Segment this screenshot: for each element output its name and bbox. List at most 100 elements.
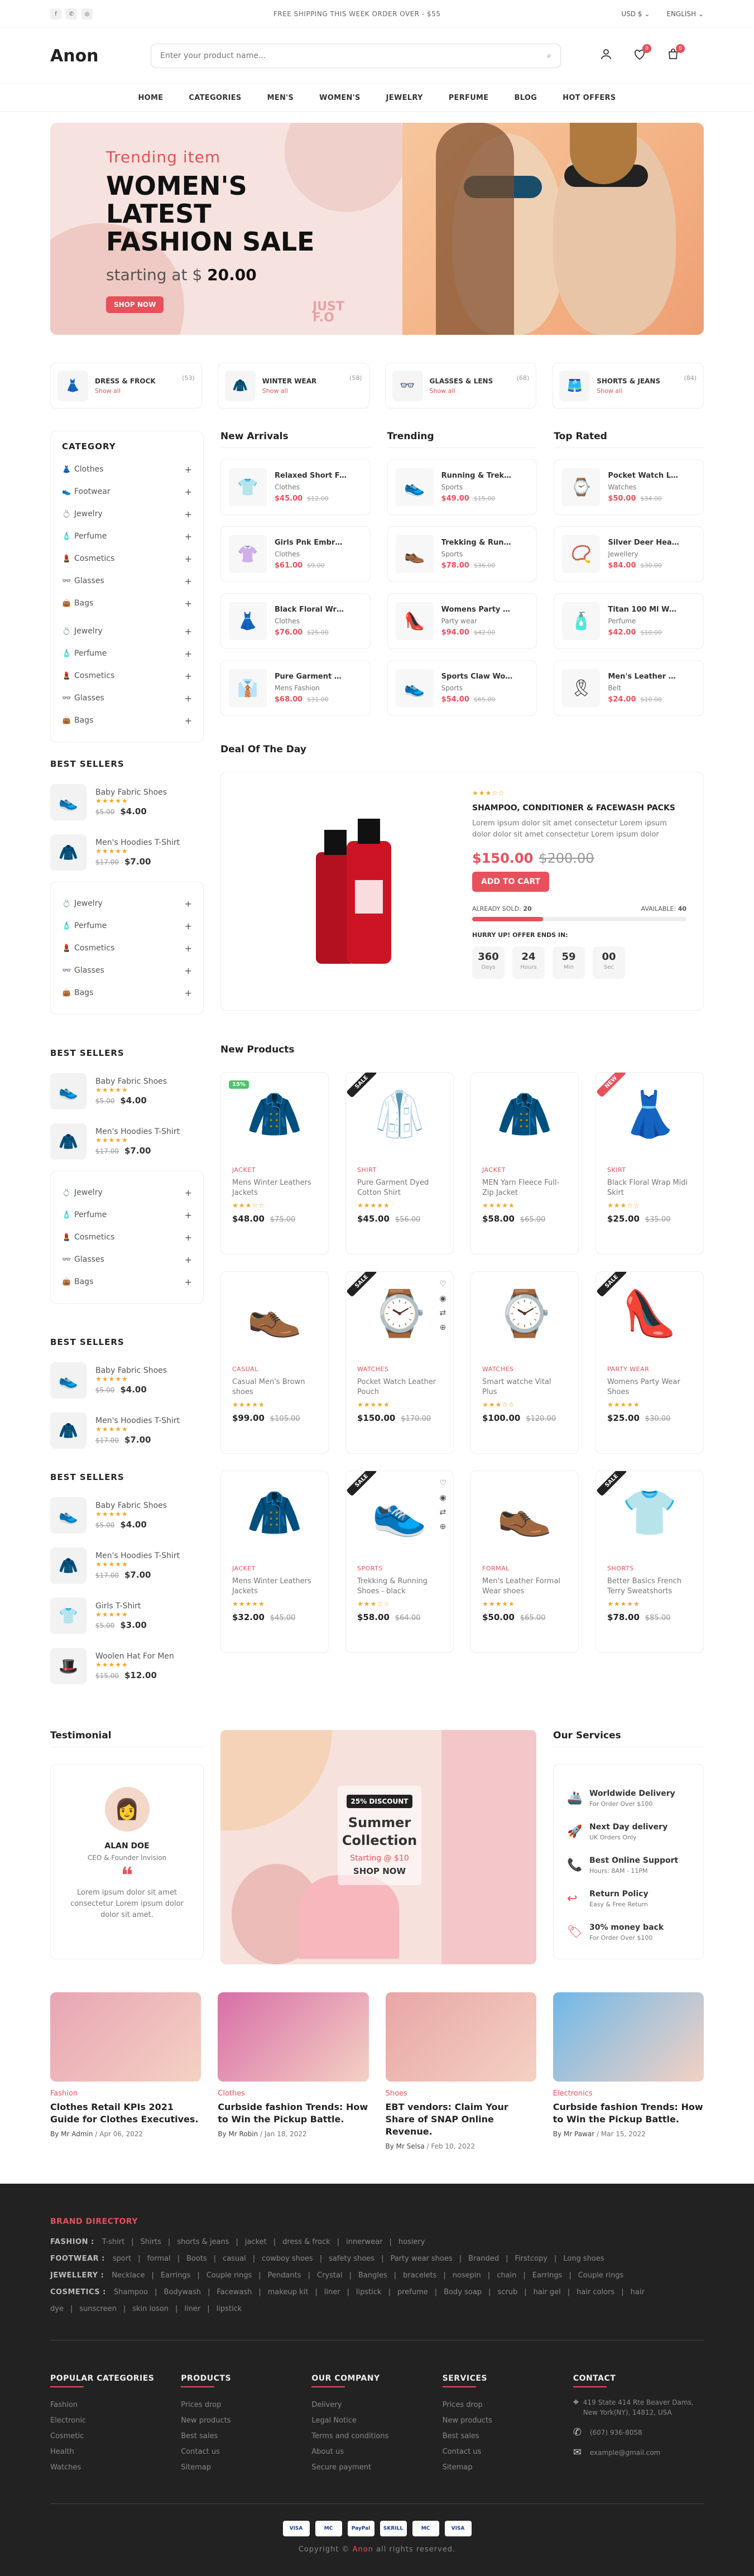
- plus-icon[interactable]: +: [185, 715, 192, 726]
- brand-link[interactable]: liner: [324, 2288, 340, 2296]
- brand-link[interactable]: skin loson: [132, 2305, 169, 2313]
- minimal-product-card[interactable]: ⌚ Pocket Watch Leather Pouch Watches $50.00…: [554, 459, 704, 515]
- brand-link[interactable]: Firstcopy: [515, 2255, 548, 2263]
- product-name[interactable]: Pocket Watch Leather Pouch: [608, 472, 680, 480]
- brand-link[interactable]: innerwear: [346, 2238, 382, 2246]
- facebook-icon[interactable]: f: [50, 8, 61, 20]
- brand-link[interactable]: lipstick: [356, 2288, 382, 2296]
- blog-category[interactable]: Fashion: [50, 2089, 201, 2098]
- product-card[interactable]: 🧥 JACKET Mens Winter Leathers Jackets ★★★★★…: [220, 1470, 329, 1653]
- minimal-product-card[interactable]: 👔 Pure Garment Dyed Cotton Shirt Mens Fash…: [220, 660, 371, 716]
- service-item[interactable]: 🏷 30% money back For Order Over $100: [567, 1915, 690, 1949]
- product-name[interactable]: Black Floral Wrap Midi Skirt: [607, 1178, 692, 1198]
- product-name[interactable]: Mens Winter Leathers Jackets: [232, 1178, 317, 1198]
- product-name[interactable]: Sports Claw Women's Shoes: [441, 672, 514, 681]
- product-name[interactable]: Pocket Watch Leather Pouch: [357, 1377, 442, 1397]
- brand-link[interactable]: Crystal: [317, 2271, 343, 2280]
- sidebar-item-perfume[interactable]: 🧴 Perfume +: [62, 915, 192, 937]
- cart-icon[interactable]: ⊕: [439, 1323, 446, 1332]
- best-seller-item[interactable]: 👟 Baby Fabric Shoes ★★★★★ $5.00 $4.00: [50, 777, 204, 827]
- blog-title[interactable]: Curbside fashion Trends: How to Win the …: [553, 2101, 704, 2126]
- plus-icon[interactable]: +: [185, 921, 192, 931]
- blog-post[interactable]: Shoes EBT vendors: Claim Your Share of SN…: [385, 1992, 536, 2150]
- product-card[interactable]: 🧥 15% JACKET Mens Winter Leathers Jackets ★★…: [220, 1072, 329, 1255]
- minimal-product-card[interactable]: 👟 Sports Claw Women's Shoes Sports $54.00$6…: [387, 660, 537, 716]
- product-card[interactable]: ⌚ SALE ♡ ◉ ⇄ ⊕ WATCHES Pocket Watch Leather Pou…: [345, 1271, 454, 1454]
- product-name[interactable]: Running & Trekking Shoes - White: [441, 472, 514, 480]
- brand-link[interactable]: Couple rings: [578, 2271, 624, 2280]
- sidebar-item-perfume[interactable]: 🧴 Perfume +: [62, 525, 192, 547]
- plus-icon[interactable]: +: [185, 1277, 192, 1287]
- product-name[interactable]: Relaxed Short Full Sleeve T-Shirt: [275, 472, 347, 480]
- brand-link[interactable]: Shampoo: [114, 2288, 148, 2296]
- sidebar-item-cosmetics[interactable]: 💄 Cosmetics +: [62, 665, 192, 687]
- brand-link[interactable]: hair colors: [577, 2288, 614, 2296]
- product-name[interactable]: Baby Fabric Shoes: [95, 1366, 167, 1375]
- plus-icon[interactable]: +: [185, 1210, 192, 1220]
- plus-icon[interactable]: +: [185, 554, 192, 564]
- cart-icon[interactable]: ⊕: [439, 1522, 446, 1531]
- nav-mens[interactable]: MEN'S: [267, 94, 294, 102]
- currency-select[interactable]: USD $ ⌄: [621, 10, 650, 18]
- footer-link[interactable]: Contact us: [181, 2444, 311, 2460]
- product-card[interactable]: 👗 NEW SKIRT Black Floral Wrap Midi Skirt ★★★…: [595, 1072, 704, 1255]
- product-name[interactable]: Womens Party Wear Shoes: [441, 605, 514, 614]
- brand-link[interactable]: lipstick: [217, 2305, 242, 2313]
- sidebar-item-bags[interactable]: 👜 Bags +: [62, 1271, 192, 1293]
- brand-link[interactable]: Earrings: [161, 2271, 191, 2280]
- minimal-product-card[interactable]: 🎗 Men's Leather Reversible Belt Belt $24.00…: [554, 660, 704, 716]
- brand-link[interactable]: safety shoes: [329, 2255, 374, 2263]
- plus-icon[interactable]: +: [185, 487, 192, 497]
- minimal-product-card[interactable]: 👞 Trekking & Running Shoes - black Sports $…: [387, 526, 537, 582]
- footer-link[interactable]: Watches: [50, 2460, 181, 2476]
- product-card[interactable]: 🧥 JACKET MEN Yarn Fleece Full-Zip Jacket ★★…: [470, 1072, 579, 1255]
- brand-link[interactable]: jacket: [245, 2238, 267, 2246]
- best-seller-item[interactable]: 🧥 Men's Hoodies T-Shirt ★★★★★ $17.00 $7.00: [50, 1405, 204, 1455]
- sidebar-item-bags[interactable]: 👜 Bags +: [62, 982, 192, 1004]
- blog-image[interactable]: [50, 1992, 201, 2082]
- product-name[interactable]: Men's Hoodies T-Shirt: [95, 1127, 180, 1136]
- nav-jewelry[interactable]: JEWELRY: [386, 94, 423, 102]
- service-item[interactable]: 🚢 Worldwide Delivery For Order Over $100: [567, 1781, 690, 1815]
- plus-icon[interactable]: +: [185, 671, 192, 681]
- blog-title[interactable]: Clothes Retail KPIs 2021 Guide for Cloth…: [50, 2101, 201, 2126]
- brand-link[interactable]: Bodywash: [164, 2288, 201, 2296]
- footer-link[interactable]: Contact us: [443, 2444, 573, 2460]
- brand-link[interactable]: Necklace: [112, 2271, 145, 2280]
- product-category[interactable]: JACKET: [232, 1565, 317, 1572]
- footer-link[interactable]: New products: [443, 2413, 573, 2429]
- product-name[interactable]: Men's Leather Reversible Belt: [608, 672, 680, 681]
- product-card[interactable]: 👠 SALE PARTY WEAR Womens Party Wear Shoes ★★…: [595, 1271, 704, 1454]
- brand-link[interactable]: liner: [184, 2305, 200, 2313]
- product-name[interactable]: Men's Hoodies T-Shirt: [95, 838, 180, 847]
- best-seller-item[interactable]: 🧥 Men's Hoodies T-Shirt ★★★★★ $17.00 $7.00: [50, 827, 204, 877]
- plus-icon[interactable]: +: [185, 693, 192, 704]
- product-card[interactable]: 🥼 SALE SHIRT Pure Garment Dyed Cotton Shirt…: [345, 1072, 454, 1255]
- brand-link[interactable]: Boots: [186, 2255, 207, 2263]
- banner-shop-button[interactable]: SHOP NOW: [338, 1866, 421, 1876]
- product-category[interactable]: JACKET: [482, 1166, 567, 1174]
- sidebar-item-bags[interactable]: 👜 Bags +: [62, 709, 192, 732]
- footer-link[interactable]: Prices drop: [443, 2397, 573, 2413]
- product-category[interactable]: SPORTS: [357, 1565, 442, 1572]
- sidebar-item-cosmetics[interactable]: 💄 Cosmetics +: [62, 937, 192, 959]
- footer-link[interactable]: Best sales: [443, 2429, 573, 2444]
- product-name[interactable]: Pure Garment Dyed Cotton Shirt: [275, 672, 347, 681]
- category-card[interactable]: 👗 DRESS & FROCK Show all (53): [50, 363, 202, 408]
- brand-link[interactable]: sunscreen: [79, 2305, 116, 2313]
- product-category[interactable]: SHIRT: [357, 1166, 442, 1174]
- nav-perfume[interactable]: PERFUME: [449, 94, 489, 102]
- plus-icon[interactable]: +: [185, 1188, 192, 1198]
- show-all-link[interactable]: Show all: [262, 387, 349, 395]
- brand-link[interactable]: Body soap: [444, 2288, 482, 2296]
- blog-category[interactable]: Clothes: [218, 2089, 368, 2098]
- product-card[interactable]: 👞 CASUAL Casual Men's Brown shoes ★★★★★ $99.…: [220, 1271, 329, 1454]
- search-input[interactable]: Enter your product name... ⌕: [151, 44, 561, 68]
- sidebar-item-perfume[interactable]: 🧴 Perfume +: [62, 1204, 192, 1226]
- product-name[interactable]: Better Basics French Terry Sweatshorts: [607, 1577, 692, 1597]
- product-name[interactable]: Men's Hoodies T-Shirt: [95, 1416, 180, 1425]
- best-seller-item[interactable]: 🧥 Men's Hoodies T-Shirt ★★★★★ $17.00 $7.00: [50, 1540, 204, 1590]
- whatsapp-icon[interactable]: ✆: [66, 8, 77, 20]
- product-name[interactable]: Mens Winter Leathers Jackets: [232, 1577, 317, 1597]
- blog-category[interactable]: Electronics: [553, 2089, 704, 2098]
